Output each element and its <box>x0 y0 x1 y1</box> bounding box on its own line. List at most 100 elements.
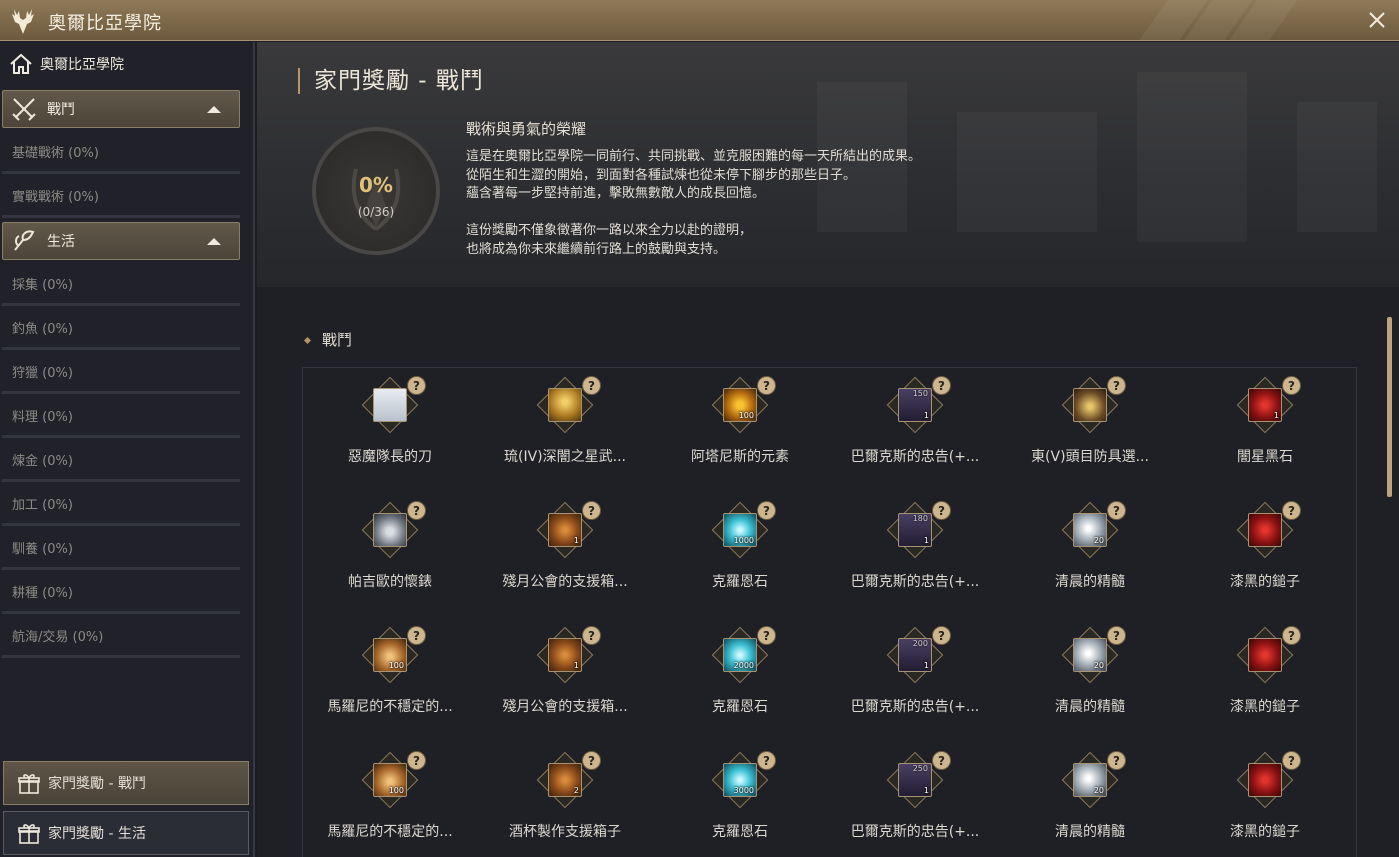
close-icon[interactable] <box>1365 8 1389 32</box>
help-icon[interactable]: ? <box>1282 626 1301 645</box>
help-icon[interactable]: ? <box>407 501 426 520</box>
category-life[interactable]: 生活 <box>2 222 240 260</box>
crossed-swords-icon <box>12 98 36 121</box>
help-icon[interactable]: ? <box>407 751 426 770</box>
sidebar-item[interactable]: 耕種 (0%) <box>2 572 240 614</box>
reward-item[interactable]: 1? 殘月公會的支援箱... <box>478 626 652 746</box>
reward-item[interactable]: 100? 阿塔尼斯的元素 <box>653 376 827 496</box>
help-icon[interactable]: ? <box>1107 501 1126 520</box>
help-icon[interactable]: ? <box>1107 376 1126 395</box>
reward-item[interactable]: 200 1? 巴爾克斯的忠告(+... <box>828 626 1002 746</box>
background-ruin <box>1297 102 1377 232</box>
reward-item[interactable]: 1000? 克羅恩石 <box>653 501 827 621</box>
reward-name: 東(V)頭目防具選... <box>1031 449 1149 465</box>
category-label: 戰鬥 <box>47 102 75 118</box>
reward-item[interactable]: ? 琉(IV)深闇之星武... <box>478 376 652 496</box>
reward-item[interactable]: 1? 殘月公會的支援箱... <box>478 501 652 621</box>
help-icon[interactable]: ? <box>757 751 776 770</box>
reward-name: 巴爾克斯的忠告(+... <box>850 574 980 590</box>
reward-item[interactable]: 1? 闇星黑石 <box>1178 376 1352 496</box>
help-icon[interactable]: ? <box>582 751 601 770</box>
description-line: 這份獎勵不僅象徵著你一路以來全力以赴的證明， <box>466 223 753 238</box>
reward-level: 150 <box>912 389 928 398</box>
category-combat[interactable]: 戰鬥 <box>2 90 240 128</box>
sidebar-item[interactable]: 加工 (0%) <box>2 484 240 526</box>
description-title: 戰術與勇氣的榮耀 <box>466 120 587 138</box>
reward-item[interactable]: ? 惡魔隊長的刀 <box>303 376 477 496</box>
help-icon[interactable]: ? <box>932 376 951 395</box>
sidebar: 奧爾比亞學院 戰鬥 基礎戰術 (0%) 實戰戰術 (0%) 生活 採集 (0%)… <box>0 42 255 857</box>
help-icon[interactable]: ? <box>407 376 426 395</box>
reward-item[interactable]: 180 1? 巴爾克斯的忠告(+... <box>828 501 1002 621</box>
weapon-chest-icon <box>548 388 582 422</box>
help-icon[interactable]: ? <box>757 376 776 395</box>
family-reward-combat-button[interactable]: 家門獎勵 - 戰鬥 <box>3 761 249 805</box>
reward-name: 清晨的精髓 <box>1055 699 1125 715</box>
reward-quantity: 2000 <box>733 661 754 670</box>
progress-circle: 0% (0/36) <box>312 127 440 255</box>
reward-quantity: 1 <box>923 661 929 670</box>
cron-stone-icon: 2000 <box>723 638 757 672</box>
help-icon[interactable]: ? <box>757 626 776 645</box>
help-icon[interactable]: ? <box>1107 751 1126 770</box>
reward-item[interactable]: ? 漆黑的鎚子 <box>1178 501 1352 621</box>
sidebar-item[interactable]: 基礎戰術 (0%) <box>2 132 240 174</box>
reward-item[interactable]: 150 1? 巴爾克斯的忠告(+... <box>828 376 1002 496</box>
collapse-arrow-icon[interactable] <box>207 106 221 113</box>
reward-item[interactable]: 2? 酒杯製作支援箱子 <box>478 751 652 857</box>
help-icon[interactable]: ? <box>757 501 776 520</box>
reward-item[interactable]: ? 東(V)頭目防具選... <box>1003 376 1177 496</box>
reward-item[interactable]: 20? 清晨的精髓 <box>1003 626 1177 746</box>
collapse-arrow-icon[interactable] <box>207 238 221 245</box>
reward-item[interactable]: 20? 清晨的精髓 <box>1003 751 1177 857</box>
reward-item[interactable]: 2000? 克羅恩石 <box>653 626 827 746</box>
help-icon[interactable]: ? <box>582 376 601 395</box>
help-icon[interactable]: ? <box>582 626 601 645</box>
reward-item[interactable]: 100? 馬羅尼的不穩定的... <box>303 626 477 746</box>
reward-quantity: 3000 <box>733 786 754 795</box>
help-icon[interactable]: ? <box>1282 751 1301 770</box>
sidebar-item[interactable]: 狩獵 (0%) <box>2 352 240 394</box>
reward-item[interactable]: ? 漆黑的鎚子 <box>1178 751 1352 857</box>
sidebar-item[interactable]: 料理 (0%) <box>2 396 240 438</box>
life-skill-icon <box>14 230 35 251</box>
help-icon[interactable]: ? <box>582 501 601 520</box>
background-ruin <box>957 112 1097 232</box>
reward-item[interactable]: ? 帕吉歐的懷錶 <box>303 501 477 621</box>
description-line: 也將成為你未來繼續前行路上的鼓勵與支持。 <box>466 241 727 257</box>
family-reward-life-button[interactable]: 家門獎勵 - 生活 <box>3 811 249 855</box>
pocket-watch-icon <box>373 513 407 547</box>
sidebar-item[interactable]: 馴養 (0%) <box>2 528 240 570</box>
sidebar-item[interactable]: 煉金 (0%) <box>2 440 240 482</box>
sidebar-item[interactable]: 採集 (0%) <box>2 264 240 306</box>
help-icon[interactable]: ? <box>1282 501 1301 520</box>
reward-quantity: 20 <box>1093 786 1104 795</box>
reward-name: 克羅恩石 <box>712 699 768 715</box>
reward-name: 酒杯製作支援箱子 <box>509 824 621 840</box>
reward-item[interactable]: 20? 清晨的精髓 <box>1003 501 1177 621</box>
help-icon[interactable]: ? <box>932 751 951 770</box>
sidebar-item[interactable]: 航海/交易 (0%) <box>2 616 240 658</box>
help-icon[interactable]: ? <box>932 501 951 520</box>
help-icon[interactable]: ? <box>932 626 951 645</box>
sidebar-home[interactable]: 奧爾比亞學院 <box>0 42 253 86</box>
help-icon[interactable]: ? <box>1282 376 1301 395</box>
cron-stone-icon: 1000 <box>723 513 757 547</box>
reward-item[interactable]: 3000? 克羅恩石 <box>653 751 827 857</box>
reward-quantity: 1 <box>573 536 579 545</box>
sidebar-item[interactable]: 實戰戰術 (0%) <box>2 176 240 218</box>
scrollbar-thumb[interactable] <box>1387 317 1392 497</box>
sidebar-item[interactable]: 釣魚 (0%) <box>2 308 240 350</box>
reward-item[interactable]: 250 1? 巴爾克斯的忠告(+... <box>828 751 1002 857</box>
reward-quantity: 20 <box>1093 661 1104 670</box>
support-box-icon: 1 <box>548 513 582 547</box>
reward-item[interactable]: ? 漆黑的鎚子 <box>1178 626 1352 746</box>
help-icon[interactable]: ? <box>1107 626 1126 645</box>
advice-banner-icon: 200 1 <box>898 638 932 672</box>
progress-count: (0/36) <box>357 205 395 219</box>
support-box-icon: 1 <box>548 638 582 672</box>
reward-item[interactable]: 100? 馬羅尼的不穩定的... <box>303 751 477 857</box>
reward-quantity: 1 <box>923 411 929 420</box>
bullet-diamond-icon <box>303 336 312 345</box>
help-icon[interactable]: ? <box>407 626 426 645</box>
